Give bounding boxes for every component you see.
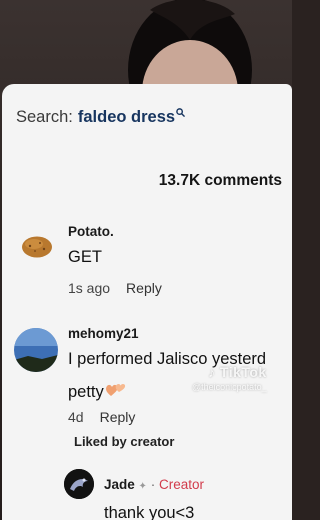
verified-sparkle-icon: ✦ — [138, 481, 147, 492]
comment-meta: 1s ago Reply — [68, 280, 162, 296]
reply-text: thank you<3 — [104, 504, 195, 520]
comment-username[interactable]: Potato. — [68, 224, 114, 239]
comment-username[interactable]: mehomy21 — [68, 326, 139, 341]
potato-icon[interactable] — [20, 234, 54, 260]
liked-by-creator: Liked by creator — [74, 434, 175, 449]
search-prefix: Search: — [16, 108, 73, 126]
creator-tag: Creator — [158, 477, 204, 492]
comment-count: 13.7K comments — [158, 172, 282, 189]
comments-panel: Search: faldeo dress 13.7K comments Pota… — [2, 84, 292, 520]
watermark-handle: @theiconicpotato_ — [192, 382, 267, 392]
comment-meta: 4d Reply — [68, 409, 135, 425]
comment-time: 4d — [68, 409, 84, 425]
reply-username[interactable]: Jade — [104, 477, 135, 492]
comment-text-continued: petty — [68, 382, 104, 401]
tiktok-logo: ♪ TikTok — [208, 364, 267, 380]
reply-button[interactable]: Reply — [126, 280, 162, 296]
comment-text: GET — [68, 248, 102, 266]
tiktok-watermark: ♪ TikTok @theiconicpotato_ — [192, 364, 267, 392]
dragon-icon[interactable] — [64, 469, 94, 499]
search-suggestion[interactable]: Search: faldeo dress — [16, 108, 185, 127]
separator: · — [150, 477, 156, 492]
comment-time: 1s ago — [68, 280, 111, 296]
reply-button[interactable]: Reply — [100, 409, 136, 425]
search-term[interactable]: faldeo dress — [78, 108, 175, 127]
comment-text-line2: petty — [68, 381, 127, 404]
tiktok-logo-text: TikTok — [219, 364, 267, 380]
search-icon — [176, 103, 185, 122]
orange-hearts-icon — [105, 381, 127, 404]
sky-landscape-icon[interactable] — [14, 328, 58, 372]
reply-header: Jade ✦ · Creator — [104, 477, 204, 492]
